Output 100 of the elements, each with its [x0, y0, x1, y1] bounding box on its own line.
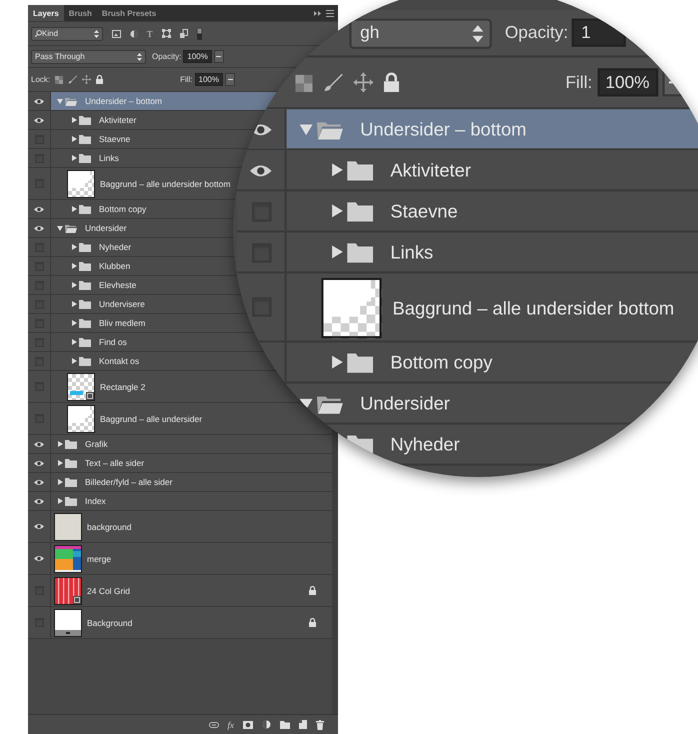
opacity-field[interactable]: 1 — [572, 18, 627, 47]
fill-field[interactable]: 100% — [194, 73, 223, 86]
transparent-thumbnail — [67, 404, 95, 432]
adjustment-filter-icon[interactable] — [130, 30, 138, 38]
link-icon — [208, 722, 218, 728]
layer-effects-button[interactable]: fx — [228, 720, 234, 730]
eye-icon[interactable] — [34, 440, 44, 448]
layer-name: Find os — [99, 337, 127, 347]
caret-right-icon[interactable] — [330, 163, 342, 176]
lock-icon[interactable] — [384, 72, 399, 92]
fill-field[interactable]: 100% — [596, 68, 658, 96]
folder-icon — [79, 154, 91, 162]
caret-right-icon[interactable] — [58, 460, 62, 466]
caret-down-icon[interactable] — [300, 398, 313, 409]
layer-name: Baggrund – alle undersider bottom — [392, 296, 674, 318]
eye-icon[interactable] — [34, 98, 44, 104]
lock-icon[interactable] — [96, 75, 103, 84]
trash-icon — [316, 720, 324, 730]
smart-object-filter-icon[interactable] — [180, 29, 188, 38]
layer-name: Bottom copy — [99, 204, 146, 214]
caret-right-icon[interactable] — [72, 136, 76, 142]
add-mask-button[interactable] — [243, 720, 253, 728]
caret-right-icon[interactable] — [58, 479, 62, 485]
caret-down-icon[interactable] — [57, 226, 63, 230]
new-group-button[interactable] — [280, 720, 290, 728]
fill-label: Fill: — [566, 72, 592, 92]
caret-right-icon[interactable] — [72, 339, 76, 345]
layer-name: Background — [87, 618, 132, 628]
layer-name: Undersider – bottom — [360, 118, 526, 140]
new-layer-button[interactable] — [299, 720, 307, 729]
caret-right-icon[interactable] — [72, 155, 76, 161]
lock-label: Lock: — [31, 75, 52, 84]
brush-icon[interactable] — [68, 75, 77, 84]
eye-icon[interactable] — [34, 523, 44, 530]
caret-right-icon[interactable] — [72, 206, 76, 212]
collapse-arrows-icon[interactable] — [314, 10, 321, 16]
transparent-thumbnail — [321, 276, 382, 338]
folder-icon — [65, 440, 77, 448]
blend-mode-dropdown[interactable]: Pass Through — [31, 50, 146, 64]
menu-icon[interactable] — [326, 10, 334, 16]
delete-layer-button[interactable] — [316, 720, 324, 730]
eye-icon[interactable] — [34, 116, 44, 124]
shape-filter-icon[interactable] — [162, 29, 170, 38]
filter-toggle-icon[interactable] — [196, 28, 202, 40]
folder-icon — [65, 458, 77, 468]
folder-icon — [347, 201, 374, 221]
eye-icon[interactable] — [34, 478, 44, 486]
brush-icon[interactable] — [323, 72, 343, 92]
adjustment-layer-button[interactable] — [262, 720, 271, 729]
folder-icon — [79, 242, 91, 252]
dash-icon — [216, 55, 222, 58]
eye-icon[interactable] — [34, 498, 44, 504]
panel-tab[interactable]: Brush Presets — [96, 5, 162, 21]
layer-name: Undervisere — [99, 299, 145, 309]
caret-right-icon[interactable] — [72, 301, 76, 307]
layer-name: Aktiviteter — [390, 159, 471, 181]
layer-name: 24 Col Grid — [87, 586, 130, 596]
caret-right-icon[interactable] — [58, 498, 62, 504]
layer-name: Kontakt os — [99, 356, 140, 366]
caret-right-icon[interactable] — [72, 358, 76, 364]
layer-name: Baggrund – alle undersider — [100, 414, 202, 424]
image-filter-icon[interactable] — [112, 30, 121, 38]
blend-mode-dropdown[interactable]: gh — [349, 18, 492, 48]
lock-transparency-icon[interactable] — [55, 76, 63, 84]
layer-name: Bliv medlem — [99, 318, 146, 328]
caret-right-icon[interactable] — [72, 263, 76, 269]
eye-icon[interactable] — [34, 206, 44, 212]
layer-name: background — [87, 522, 132, 532]
layer-name: Billeder/fyld – alle sider — [85, 477, 172, 487]
folder-icon — [65, 96, 77, 106]
panel-tab[interactable]: Layers — [28, 5, 64, 21]
text-filter-icon[interactable]: T — [147, 28, 152, 38]
panel-tab[interactable]: Brush — [64, 5, 97, 21]
move-icon[interactable] — [354, 72, 374, 92]
layer-name: Undersider — [85, 223, 127, 233]
layer-name: Nyheder — [390, 433, 460, 455]
updown-arrows-icon — [94, 30, 99, 38]
eye-icon[interactable] — [34, 555, 44, 562]
move-icon[interactable] — [82, 75, 91, 84]
caret-right-icon[interactable] — [72, 244, 76, 250]
search-icon — [35, 30, 42, 37]
layer-name: Rectangle 2 — [100, 382, 146, 392]
folder-icon — [79, 280, 91, 290]
folder-icon — [79, 116, 91, 124]
caret-right-icon[interactable] — [72, 282, 76, 288]
layer-name: Baggrund – alle undersider bottom — [100, 178, 230, 188]
fill-slider-button[interactable] — [225, 73, 235, 86]
folder-icon — [65, 496, 77, 506]
caret-right-icon[interactable] — [58, 441, 62, 447]
opacity-slider-button[interactable] — [214, 50, 224, 63]
folder-icon — [347, 352, 374, 372]
opacity-field[interactable]: 100% — [183, 50, 212, 63]
eye-icon[interactable] — [34, 224, 44, 232]
lock-transparency-icon[interactable] — [295, 74, 313, 91]
caret-right-icon[interactable] — [72, 117, 76, 123]
link-layers-button[interactable] — [208, 722, 218, 728]
filter-kind-dropdown[interactable]: Kind — [31, 26, 103, 40]
folder-icon — [347, 434, 374, 454]
caret-right-icon[interactable] — [72, 320, 76, 326]
eye-icon[interactable] — [34, 460, 44, 466]
